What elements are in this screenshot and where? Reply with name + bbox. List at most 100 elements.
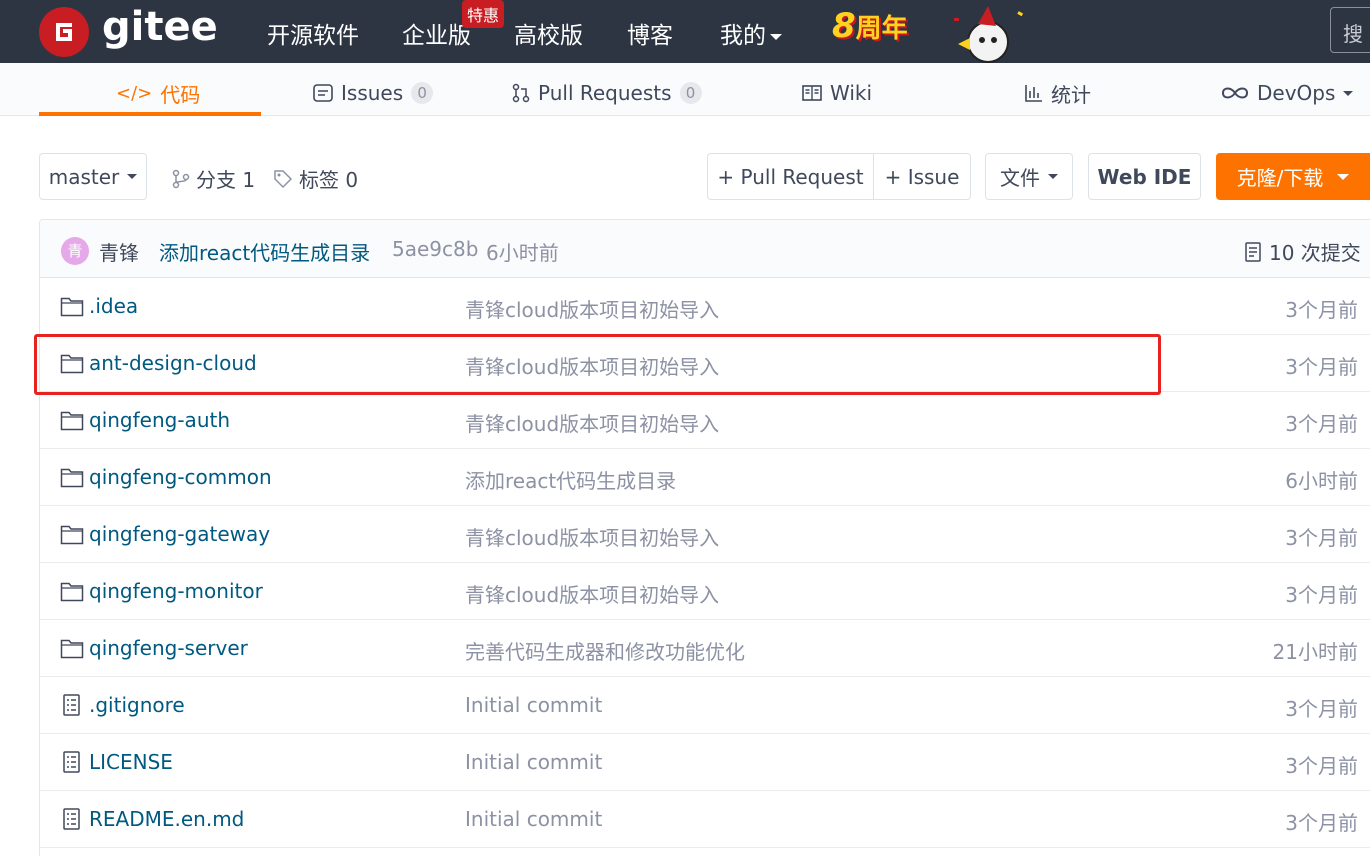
- tab-devops[interactable]: DevOps: [1221, 71, 1354, 115]
- file-menu-label: 文件: [1000, 166, 1040, 190]
- file-name[interactable]: qingfeng-gateway: [89, 522, 270, 546]
- file-commit-message[interactable]: 青锋cloud版本项目初始导入: [465, 351, 719, 380]
- commit-sha[interactable]: 5ae9c8b: [392, 237, 478, 261]
- file-menu-button[interactable]: 文件: [985, 153, 1073, 200]
- file-row[interactable]: ant-design-cloud 青锋cloud版本项目初始导入 3个月前: [40, 335, 1370, 392]
- tags-link[interactable]: 标签 0: [273, 164, 358, 193]
- file-commit-time: 3个月前: [1285, 526, 1358, 550]
- bar-chart-icon: [1025, 85, 1042, 102]
- new-issue-button[interactable]: + Issue: [873, 153, 971, 200]
- file-commit-message[interactable]: 青锋cloud版本项目初始导入: [465, 522, 719, 551]
- file-name[interactable]: LICENSE: [89, 750, 173, 774]
- code-icon: </>: [116, 82, 153, 104]
- file-commit-time: 3个月前: [1285, 412, 1358, 436]
- pull-requests-count-badge: 0: [679, 82, 702, 104]
- file-commit-message[interactable]: 添加react代码生成目录: [465, 465, 676, 494]
- file-icon: [63, 751, 80, 773]
- commit-message[interactable]: 添加react代码生成目录: [159, 237, 370, 266]
- file-commit-message[interactable]: 完善代码生成器和修改功能优化: [465, 636, 745, 665]
- folder-icon: [60, 297, 84, 317]
- top-navbar: gitee 开源软件 企业版 特惠 高校版 博客 我的 8周年 搜: [0, 0, 1370, 73]
- nav-mine[interactable]: 我的: [720, 16, 782, 50]
- file-row[interactable]: qingfeng-common 添加react代码生成目录 6小时前: [40, 449, 1370, 506]
- file-name[interactable]: .idea: [89, 294, 138, 318]
- file-name[interactable]: qingfeng-common: [89, 465, 272, 489]
- file-row[interactable]: qingfeng-gateway 青锋cloud版本项目初始导入 3个月前: [40, 506, 1370, 563]
- file-row[interactable]: qingfeng-server 完善代码生成器和修改功能优化 21小时前: [40, 620, 1370, 677]
- file-commit-time: 3个月前: [1285, 697, 1358, 721]
- file-row[interactable]: qingfeng-auth 青锋cloud版本项目初始导入 3个月前: [40, 392, 1370, 449]
- tab-wiki[interactable]: Wiki: [802, 71, 872, 115]
- file-row[interactable]: .gitignore Initial commit 3个月前: [40, 677, 1370, 734]
- branch-icon: [172, 169, 190, 188]
- file-commit-time: 21小时前: [1272, 640, 1358, 664]
- issues-icon: [313, 84, 333, 102]
- file-commit-time: 6小时前: [1285, 469, 1358, 493]
- commit-author[interactable]: 青锋: [99, 237, 139, 266]
- commits-icon: [1245, 241, 1261, 262]
- file-commit-message[interactable]: Initial commit: [465, 807, 602, 831]
- file-commit-message[interactable]: 青锋cloud版本项目初始导入: [465, 579, 719, 608]
- file-name[interactable]: ant-design-cloud: [89, 351, 257, 375]
- anniversary-number: 8: [832, 6, 856, 46]
- avatar[interactable]: 青: [61, 237, 89, 265]
- clone-download-button[interactable]: 克隆/下载: [1216, 153, 1370, 200]
- file-name[interactable]: .gitignore: [89, 693, 185, 717]
- repo-tab-bar: </> 代码 Issues 0 Pull Requests 0 Wiki 统计 …: [0, 63, 1370, 116]
- branch-select-label: master: [48, 164, 120, 189]
- new-pull-request-button[interactable]: + Pull Request: [707, 153, 874, 200]
- tags-label: 标签 0: [299, 168, 359, 192]
- file-row[interactable]: README.en.md Initial commit 3个月前: [40, 791, 1370, 848]
- pull-request-icon: [512, 83, 530, 103]
- chevron-down-icon: [1343, 90, 1354, 96]
- issues-count-badge: 0: [411, 82, 434, 104]
- promo-badge: 特惠: [462, 0, 505, 28]
- file-commit-time: 3个月前: [1285, 754, 1358, 778]
- nav-mine-label: 我的: [720, 23, 766, 49]
- branch-select[interactable]: master: [39, 153, 147, 200]
- latest-commit-bar: 青 青锋 添加react代码生成目录 5ae9c8b 6小时前 10 次提交: [40, 220, 1370, 278]
- branches-label: 分支 1: [196, 168, 256, 192]
- file-name[interactable]: qingfeng-server: [89, 636, 248, 660]
- tab-wiki-label: Wiki: [830, 81, 873, 105]
- nav-open-source[interactable]: 开源软件: [267, 16, 359, 50]
- tab-devops-label: DevOps: [1257, 81, 1336, 105]
- search-input[interactable]: 搜: [1330, 7, 1370, 53]
- file-row[interactable]: .idea 青锋cloud版本项目初始导入 3个月前: [40, 278, 1370, 335]
- tab-stats-label: 统计: [1051, 82, 1091, 107]
- file-row[interactable]: LICENSE Initial commit 3个月前: [40, 734, 1370, 791]
- file-commit-message[interactable]: Initial commit: [465, 693, 602, 717]
- nav-blog[interactable]: 博客: [627, 16, 673, 50]
- active-tab-indicator: [39, 112, 261, 116]
- file-commit-time: 3个月前: [1285, 583, 1358, 607]
- file-commit-message[interactable]: 青锋cloud版本项目初始导入: [465, 408, 719, 437]
- tab-issues[interactable]: Issues 0: [313, 71, 434, 115]
- infinity-icon: [1221, 87, 1249, 99]
- book-icon: [802, 85, 822, 101]
- anniversary-text: 周年: [855, 14, 908, 44]
- logo-text[interactable]: gitee: [102, 4, 218, 50]
- folder-icon: [60, 468, 84, 488]
- commit-count-link[interactable]: 10 次提交: [1245, 237, 1361, 266]
- web-ide-button[interactable]: Web IDE: [1088, 153, 1201, 200]
- commit-count-label: 10 次提交: [1269, 241, 1361, 265]
- nav-education[interactable]: 高校版: [514, 16, 583, 50]
- file-name[interactable]: qingfeng-monitor: [89, 579, 263, 603]
- tab-pull-requests[interactable]: Pull Requests 0: [512, 71, 702, 115]
- file-commit-time: 3个月前: [1285, 298, 1358, 322]
- tab-code[interactable]: </> 代码: [116, 71, 200, 115]
- anniversary-banner[interactable]: 8周年: [832, 6, 908, 46]
- branches-link[interactable]: 分支 1: [172, 164, 255, 193]
- folder-icon: [60, 639, 84, 659]
- nav-enterprise[interactable]: 企业版: [402, 16, 471, 50]
- file-row[interactable]: qingfeng-monitor 青锋cloud版本项目初始导入 3个月前: [40, 563, 1370, 620]
- gitee-logo-icon[interactable]: [39, 7, 89, 57]
- file-commit-time: 3个月前: [1285, 355, 1358, 379]
- file-name[interactable]: README.en.md: [89, 807, 244, 831]
- chevron-down-icon: [770, 33, 782, 40]
- clone-download-label: 克隆/下载: [1236, 166, 1324, 190]
- file-name[interactable]: qingfeng-auth: [89, 408, 230, 432]
- tab-stats[interactable]: 统计: [1025, 71, 1091, 115]
- file-commit-message[interactable]: Initial commit: [465, 750, 602, 774]
- file-commit-message[interactable]: 青锋cloud版本项目初始导入: [465, 294, 719, 323]
